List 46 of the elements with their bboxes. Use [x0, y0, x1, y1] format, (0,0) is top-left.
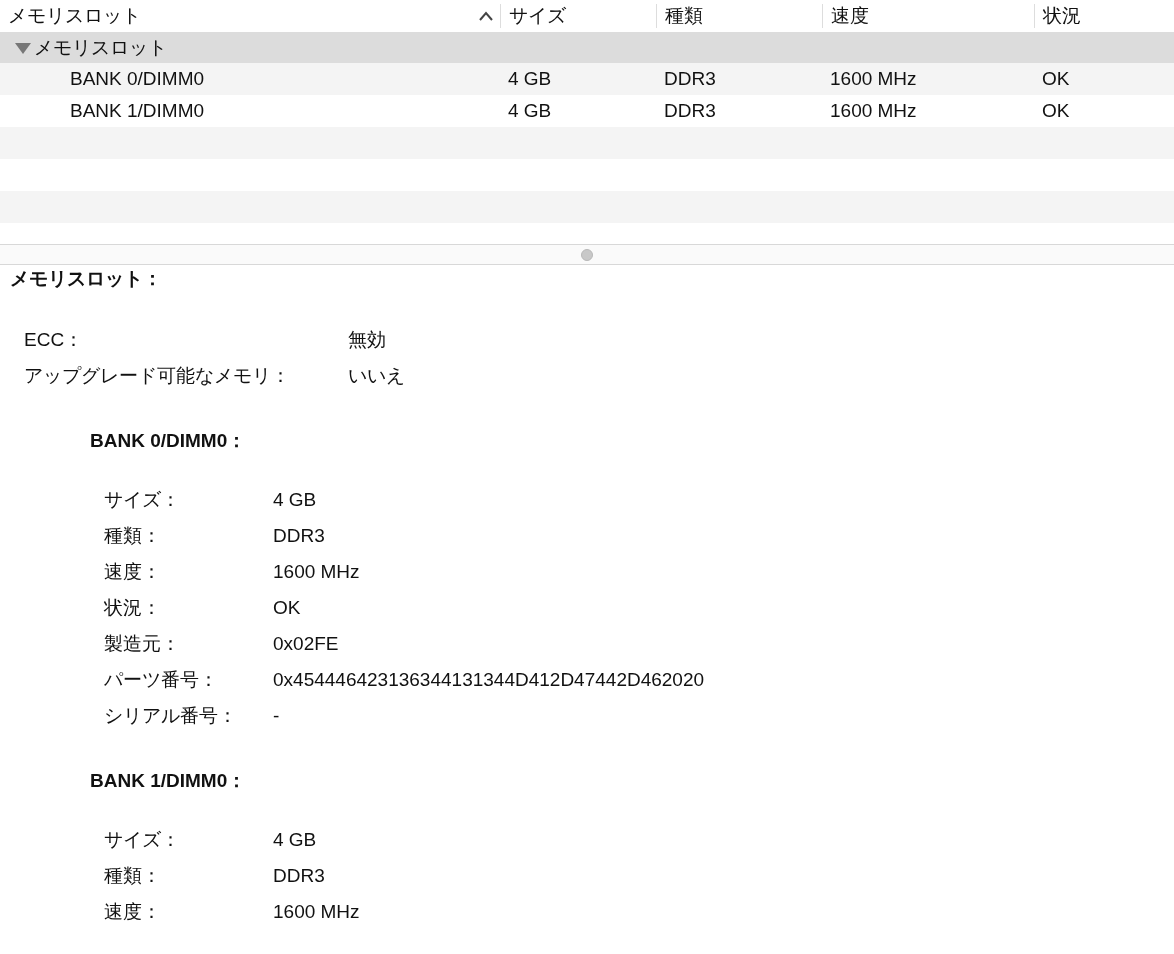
property-label: 種類：	[104, 864, 162, 888]
property-label: シリアル番号：	[104, 704, 238, 728]
column-header[interactable]: 状況	[1034, 3, 1174, 28]
property-label: ECC：	[24, 328, 85, 352]
sort-caret-icon	[478, 10, 494, 21]
group-label: メモリスロット	[34, 35, 167, 60]
bank-title: BANK 0/DIMM0：	[90, 429, 248, 453]
table-cell-text: 4 GB	[507, 100, 553, 122]
property-label: 種類：	[104, 524, 162, 548]
property-value: 0x454446423136344131344D412D47442D462020	[273, 669, 706, 691]
property-value: 0x02FE	[273, 633, 340, 655]
property-label: 製造元：	[104, 632, 181, 656]
property-value: DDR3	[273, 525, 326, 547]
property-label: 速度：	[104, 560, 162, 584]
column-header[interactable]: メモリスロット	[0, 3, 500, 28]
property-value: DDR3	[273, 865, 326, 887]
property-value: 無効	[348, 328, 387, 352]
property-value: 4 GB	[273, 489, 318, 511]
table-cell-text: 1600 MHz	[829, 68, 918, 90]
property-label: 状況：	[104, 596, 162, 620]
table-cell-text: DDR3	[663, 68, 717, 90]
table-cell-text: DDR3	[663, 100, 717, 122]
property-label: 速度：	[104, 900, 162, 924]
property-value: 4 GB	[273, 829, 318, 851]
table-cell-text: OK	[1041, 100, 1071, 122]
disclosure-triangle-icon[interactable]	[14, 40, 32, 55]
table-cell-text: BANK 1/DIMM0	[69, 100, 206, 122]
property-value: -	[273, 705, 281, 727]
property-label: パーツ番号：	[104, 668, 219, 692]
property-label: アップグレード可能なメモリ：	[24, 364, 291, 388]
property-value: いいえ	[348, 364, 406, 388]
table-cell-text: BANK 0/DIMM0	[69, 68, 206, 90]
table-cell-text: OK	[1041, 68, 1071, 90]
column-header[interactable]: 種類	[656, 3, 822, 28]
property-label: サイズ：	[104, 488, 181, 512]
section-title: メモリスロット：	[10, 267, 163, 291]
bank-title: BANK 1/DIMM0：	[90, 769, 248, 793]
property-value: OK	[273, 597, 302, 619]
table-cell-text: 4 GB	[507, 68, 553, 90]
property-label: サイズ：	[104, 828, 181, 852]
table-cell-text: 1600 MHz	[829, 100, 918, 122]
property-value: 1600 MHz	[273, 561, 361, 583]
column-header[interactable]: 速度	[822, 3, 1034, 28]
column-header[interactable]: サイズ	[500, 3, 656, 28]
property-value: 1600 MHz	[273, 901, 361, 923]
split-handle[interactable]	[581, 248, 593, 261]
